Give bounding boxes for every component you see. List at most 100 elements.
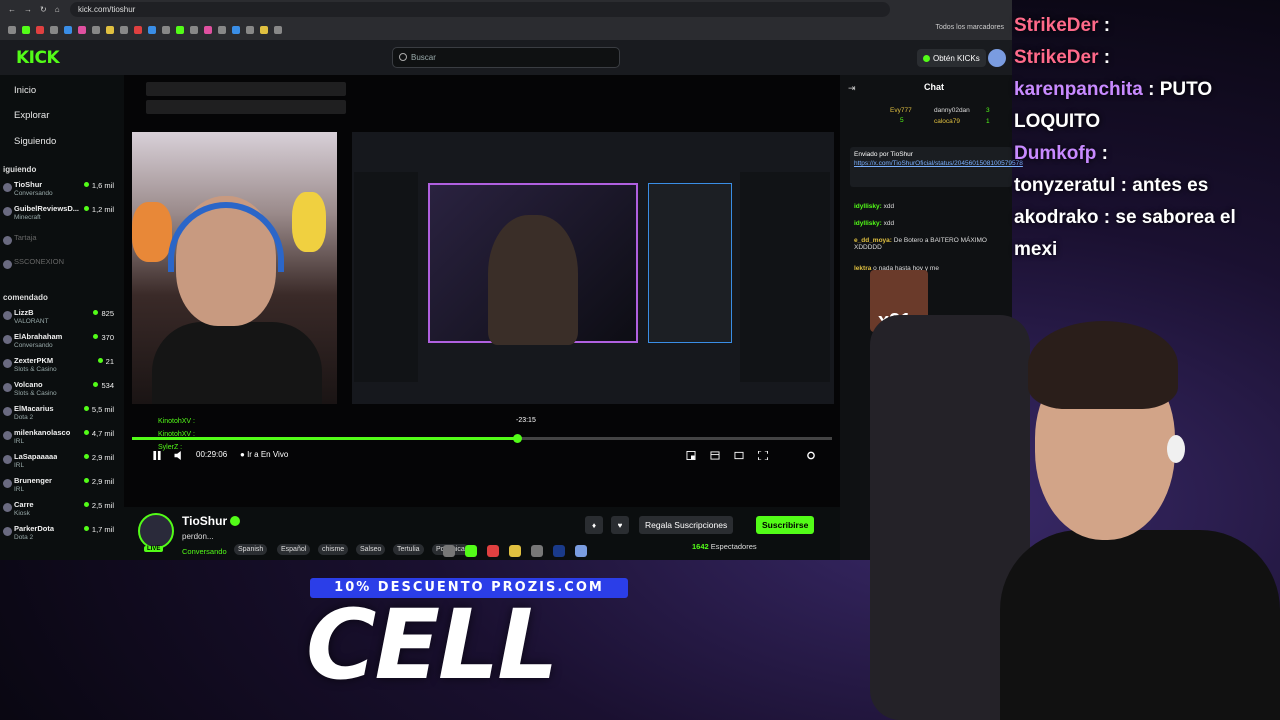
bookmark-icon[interactable] (22, 26, 30, 34)
channel-viewers: 4,7 mil (84, 429, 114, 438)
video-player[interactable]: KinotohXV : KinotohXV : SylerZ : -23:15 … (124, 75, 840, 507)
bookmark-icon[interactable] (260, 26, 268, 34)
sidebar-channel[interactable]: Brunenger IRL 2,9 mil (0, 476, 122, 500)
bookmark-icon[interactable] (274, 26, 282, 34)
user-avatar[interactable] (988, 49, 1006, 67)
gift-subs-button[interactable]: Regala Suscripciones (639, 516, 734, 534)
follow-heart-icon[interactable]: ♥ (611, 516, 629, 534)
channel-name: SSCONEXION (14, 257, 65, 266)
top-gifter: Evy777 (890, 107, 912, 114)
go-live-label: Ir a En Vivo (247, 450, 289, 459)
subscribe-button[interactable]: Suscribirse (756, 516, 815, 534)
fullscreen-icon[interactable] (758, 451, 768, 460)
folder-icon[interactable] (509, 545, 521, 557)
bookmarks-folder[interactable]: Todos los marcadores (936, 24, 1004, 31)
bookmark-icon[interactable] (78, 26, 86, 34)
chat-user[interactable]: e_dd_moya: (854, 237, 892, 244)
nav-explorar[interactable]: Explorar (14, 110, 49, 121)
overlay-chat-user: akodrako (1014, 207, 1099, 228)
tag[interactable]: Salseo (356, 544, 386, 555)
bookmark-icon[interactable] (8, 26, 16, 34)
nav-inicio[interactable]: Inicio (14, 85, 36, 96)
stream-category[interactable]: Conversando (182, 547, 227, 556)
sidebar-channel[interactable]: LaSapaaaaa IRL 2,9 mil (0, 452, 122, 476)
channel-name: Volcano (14, 380, 43, 389)
go-live-link[interactable]: ● Ir a En Vivo (240, 450, 288, 459)
chat-user[interactable]: lektra (854, 265, 871, 272)
photoshop-icon[interactable] (553, 545, 565, 557)
taskbar-app-icon[interactable] (531, 545, 543, 557)
pause-icon[interactable] (152, 451, 162, 460)
get-kicks-button[interactable]: Obtén KICKs (917, 49, 986, 67)
channel-avatar (3, 236, 12, 245)
sidebar-channel[interactable]: GuibelReviewsD... Minecraft 1,2 mil (0, 204, 122, 228)
pinned-message[interactable]: Enviado por TioShur https://x.com/TioShu… (850, 147, 1023, 187)
taskbar-app-icon[interactable] (443, 545, 455, 557)
search-input[interactable]: Buscar (392, 47, 620, 68)
address-bar[interactable]: kick.com/tioshur (70, 2, 890, 17)
seek-bar[interactable] (132, 434, 832, 443)
chat-user[interactable]: idyllisky: (854, 203, 882, 210)
bookmark-icon[interactable] (134, 26, 142, 34)
chrome-icon[interactable] (487, 545, 499, 557)
tag[interactable]: Español (277, 544, 311, 555)
bookmark-icon[interactable] (148, 26, 156, 34)
sidebar-channel[interactable]: ElMacarius Dota 2 5,5 mil (0, 404, 122, 428)
notifications-bell-icon[interactable]: ♦ (585, 516, 603, 534)
bookmark-icon[interactable] (232, 26, 240, 34)
reload-icon[interactable]: ↻ (40, 5, 47, 14)
bookmark-icon[interactable] (64, 26, 72, 34)
overlay-chat-line: karenpanchita : PUTO LOQUITO (1014, 74, 1280, 138)
bookmark-icon[interactable] (50, 26, 58, 34)
home-icon[interactable]: ⌂ (55, 5, 60, 14)
theater-mode-icon[interactable] (734, 451, 744, 460)
sidebar-channel[interactable]: SSCONEXION (0, 257, 122, 281)
sidebar-channel[interactable]: TioShur Conversando 1,6 mil (0, 180, 122, 204)
bookmark-icon[interactable] (162, 26, 170, 34)
seek-knob[interactable] (513, 434, 522, 443)
sidebar-channel[interactable]: ElAbrahaham Conversando 370 (0, 332, 122, 356)
channel-category: VALORANT (14, 318, 49, 325)
forward-icon[interactable]: → (24, 5, 32, 14)
bookmark-icon[interactable] (246, 26, 254, 34)
nav-siguiendo[interactable]: Siguiendo (14, 136, 56, 147)
seek-tooltip: -23:15 (516, 417, 536, 424)
tag[interactable]: Tertulia (393, 544, 424, 555)
sidebar-channel[interactable]: milenkanolasco IRL 4,7 mil (0, 428, 122, 452)
back-icon[interactable]: ← (8, 5, 16, 14)
kick-logo[interactable]: KICK (16, 48, 60, 68)
tag[interactable]: Spanish (234, 544, 268, 555)
clip-icon[interactable] (710, 451, 720, 460)
sidebar-channel[interactable]: Carre Kiosk 2,5 mil (0, 500, 122, 524)
bookmark-icon[interactable] (204, 26, 212, 34)
bookmark-icon[interactable] (176, 26, 184, 34)
chat-user[interactable]: idyllisky: (854, 220, 882, 227)
bookmark-icon[interactable] (218, 26, 226, 34)
bookmark-icon[interactable] (190, 26, 198, 34)
overlay-chat: StrikeDer : StrikeDer : karenpanchita : … (1014, 10, 1280, 266)
tag[interactable]: chisme (318, 544, 349, 555)
overlay-name: KinotohXV : (158, 418, 195, 425)
bookmark-icon[interactable] (120, 26, 128, 34)
settings-gear-icon[interactable] (806, 451, 816, 460)
miniplayer-icon[interactable] (686, 451, 696, 460)
taskbar-app-icon[interactable] (575, 545, 587, 557)
sidebar-channel[interactable]: ParkerDota Dota 2 1,7 mil (0, 524, 122, 548)
sidebar-channel[interactable]: LizzB VALORANT 825 (0, 308, 122, 332)
channel-category: IRL (14, 438, 25, 445)
streamer-avatar[interactable] (138, 513, 174, 549)
top-gifter-count: 5 (900, 117, 904, 124)
collapse-chat-icon[interactable]: ⇥ (848, 83, 856, 94)
pinned-label: Enviado por (854, 151, 889, 158)
sidebar-channel[interactable]: Volcano Slots & Casino 534 (0, 380, 122, 404)
channel-category: Dota 2 (14, 414, 34, 421)
bookmark-icon[interactable] (106, 26, 114, 34)
volume-icon[interactable] (174, 451, 184, 460)
bookmark-icon[interactable] (92, 26, 100, 34)
streamer-name[interactable]: TioShur (182, 514, 227, 528)
taskbar-app-icon[interactable] (465, 545, 477, 557)
sidebar-channel[interactable]: ZexterPKM Slots & Casino 21 (0, 356, 122, 380)
sidebar-channel[interactable]: Tartaja (0, 233, 122, 257)
pinned-link[interactable]: https://x.com/TioShurOficial/status/2045… (854, 160, 1023, 168)
bookmark-icon[interactable] (36, 26, 44, 34)
